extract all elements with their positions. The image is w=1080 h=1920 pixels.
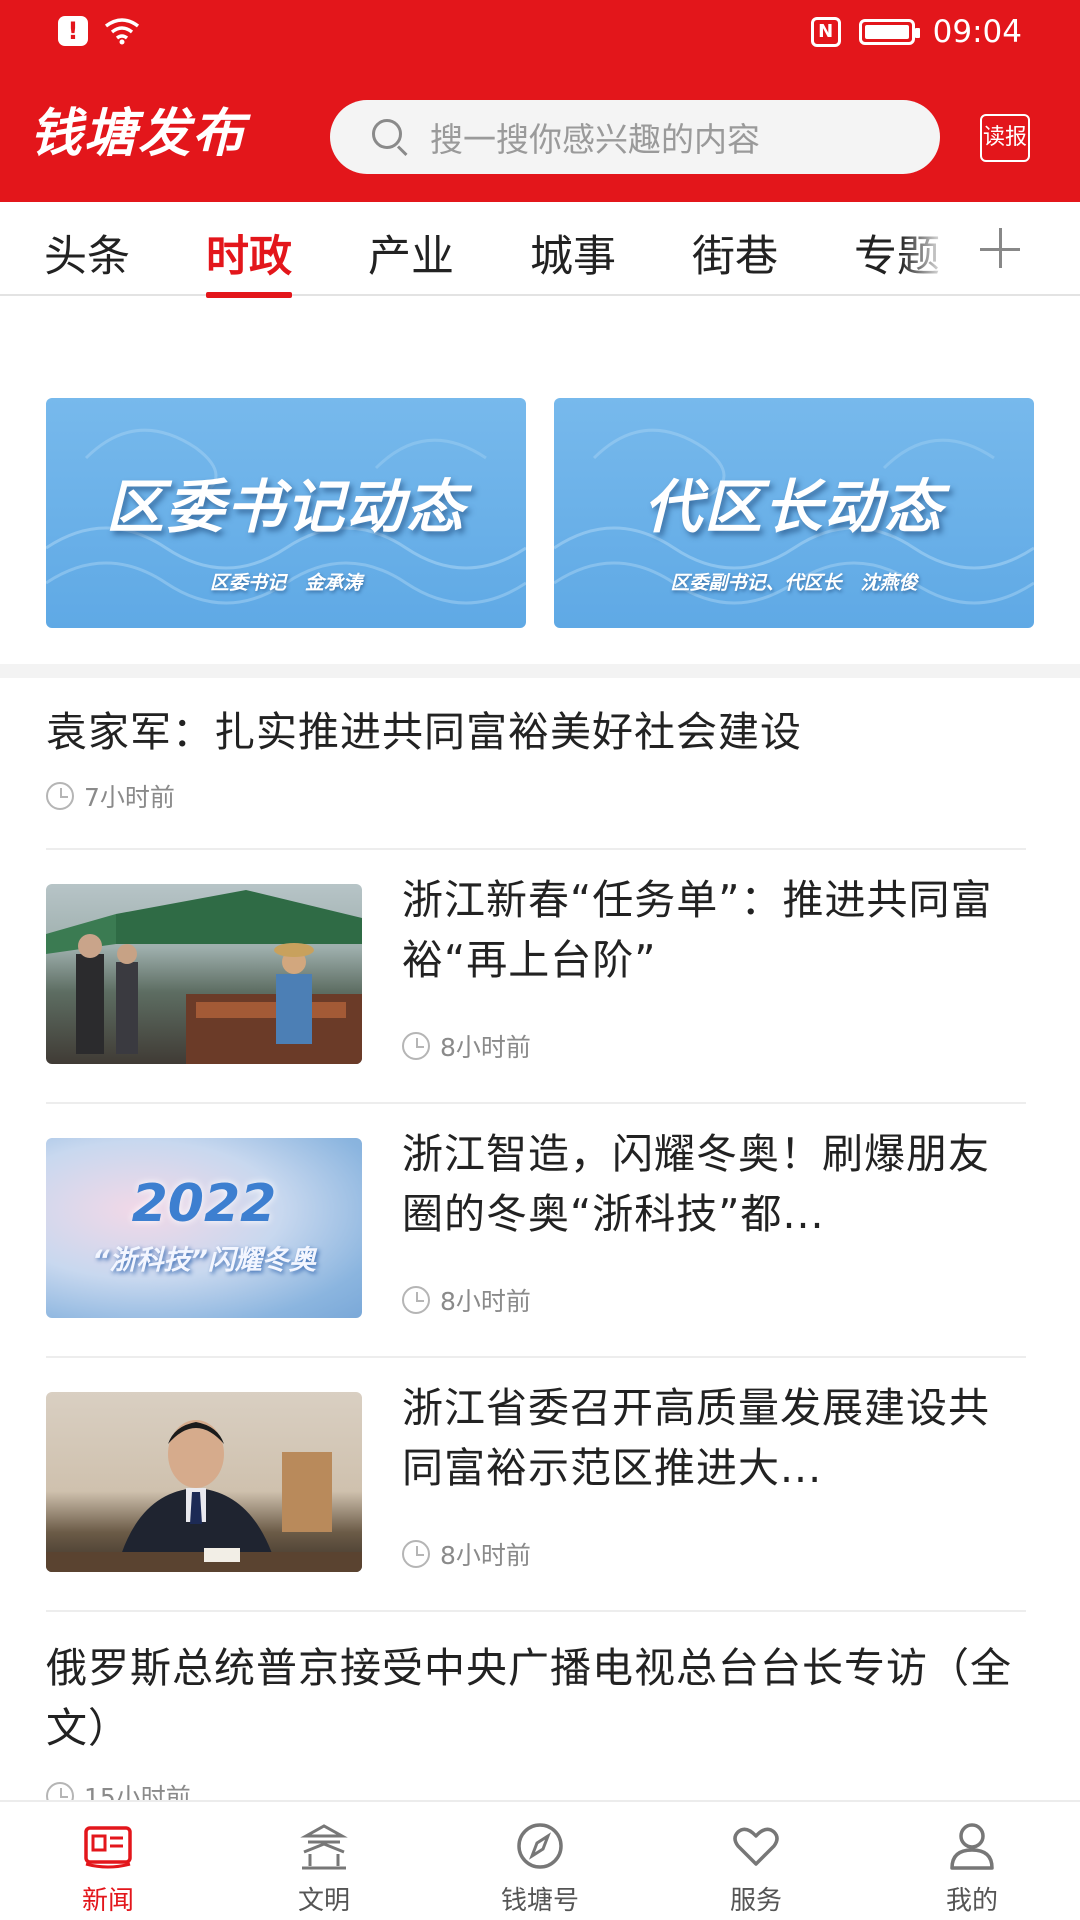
banner-title: 区委书记动态: [105, 473, 466, 541]
app-logo[interactable]: 钱塘发布: [30, 106, 260, 176]
clock-icon: [402, 1286, 430, 1314]
banner-title: 代区长动态: [643, 473, 944, 541]
heart-icon: [733, 1827, 779, 1866]
meeting-photo-thumbnail: [46, 1392, 362, 1572]
nav-label: 服务: [729, 1886, 782, 1916]
news-item[interactable]: 浙江省委召开高质量发展建设共同富裕示范区推进大... 8小时前: [46, 1358, 1026, 1608]
clock-time: 09:04: [932, 14, 1022, 50]
nav-me[interactable]: 我的: [902, 1812, 1042, 1916]
bottom-navigation: 新闻 文明 钱塘号 服务 我的: [0, 1800, 1080, 1920]
news-item[interactable]: 2022 “浙科技”闪耀冬奥 浙江智造，闪耀冬奥！刷爆朋友圈的冬奥“浙科技”都.…: [46, 1104, 1026, 1354]
nav-label: 钱塘号: [500, 1886, 579, 1916]
thumb-year-text: 2022: [131, 1174, 277, 1234]
tab-headlines[interactable]: 头条: [44, 222, 130, 296]
news-time: 7小时前: [84, 783, 175, 812]
person-icon: [950, 1823, 994, 1870]
battery-icon: [858, 19, 920, 45]
top-bar: 钱塘发布 搜一搜你感兴趣的内容 读报: [0, 70, 1080, 202]
alert-icon: !: [58, 16, 88, 46]
nav-label: 我的: [945, 1886, 998, 1916]
tab-streets[interactable]: 街巷: [692, 222, 778, 296]
tab-politics-label: 时政: [206, 232, 292, 282]
winter-olympics-thumbnail: 2022 “浙科技”闪耀冬奥: [46, 1138, 362, 1318]
logo-text: 钱塘发布: [30, 103, 247, 164]
banner-secretary[interactable]: 区委书记动态 区委书记 金承涛: [46, 398, 526, 628]
news-title: 浙江新春“任务单”：推进共同富裕“再上台阶”: [402, 876, 993, 984]
tab-city[interactable]: 城事: [530, 222, 616, 296]
market-photo-thumbnail: [46, 884, 362, 1064]
tab-politics[interactable]: 时政: [206, 222, 292, 298]
pavilion-icon: [300, 1824, 348, 1870]
clock-icon: [402, 1540, 430, 1568]
speaker-scene-icon: [46, 1420, 362, 1572]
clock-icon: [46, 782, 74, 810]
leader-banners: 区委书记动态 区委书记 金承涛 代区长动态 区委副书记、代区长 沈燕俊: [0, 296, 1080, 670]
section-divider: [0, 664, 1080, 678]
search-bar[interactable]: 搜一搜你感兴趣的内容: [330, 100, 940, 174]
news-time: 8小时前: [440, 1287, 531, 1316]
nav-label: 新闻: [81, 1886, 134, 1916]
search-placeholder: 搜一搜你感兴趣的内容: [430, 120, 760, 159]
tab-industry[interactable]: 产业: [368, 222, 454, 296]
wifi-icon: [104, 18, 140, 45]
nav-services[interactable]: 服务: [686, 1812, 826, 1916]
news-time: 8小时前: [440, 1033, 531, 1062]
banner-subtitle: 区委副书记、代区长 沈燕俊: [670, 572, 918, 594]
channel-tabs: 头条 时政 产业 城事 街巷 专题: [0, 202, 1080, 298]
nav-label: 文明: [297, 1886, 350, 1916]
news-title: 浙江智造，闪耀冬奥！刷爆朋友圈的冬奥“浙科技”都...: [402, 1130, 990, 1238]
nfc-icon: N: [810, 17, 841, 47]
status-bar: ! N 09:04: [0, 0, 1080, 70]
search-icon: [372, 119, 408, 157]
clock-icon: [402, 1032, 430, 1060]
app-header: ! N 09:04 钱塘发布 搜一搜你感兴趣的内容 读报: [0, 0, 1080, 202]
news-time: 8小时前: [440, 1541, 531, 1570]
nav-civilization[interactable]: 文明: [254, 1812, 394, 1916]
add-channel-icon[interactable]: [970, 222, 1030, 278]
news-item-text[interactable]: 俄罗斯总统普京接受中央广播电视总台台长专访（全文） 15小时前: [46, 1638, 1026, 1814]
news-item-text[interactable]: 袁家军：扎实推进共同富裕美好社会建设 7小时前: [46, 702, 1026, 814]
news-title: 浙江省委召开高质量发展建设共同富裕示范区推进大...: [402, 1384, 990, 1492]
nav-news[interactable]: 新闻: [38, 1812, 178, 1916]
nav-qiantang-hao[interactable]: 钱塘号: [470, 1812, 610, 1916]
thumb-caption-text: “浙科技”闪耀冬奥: [92, 1245, 316, 1276]
news-title: 袁家军：扎实推进共同富裕美好社会建设: [46, 708, 802, 756]
news-item[interactable]: 浙江新春“任务单”：推进共同富裕“再上台阶” 8小时前: [46, 850, 1026, 1100]
news-title: 俄罗斯总统普京接受中央广播电视总台台长专访（全文）: [46, 1644, 1012, 1752]
banner-subtitle: 区委书记 金承涛: [209, 572, 362, 594]
read-paper-button[interactable]: 读报: [980, 114, 1030, 162]
market-scene-icon: [46, 890, 362, 1064]
news-icon: [84, 1826, 132, 1869]
compass-icon: [517, 1823, 563, 1869]
banner-mayor[interactable]: 代区长动态 区委副书记、代区长 沈燕俊: [554, 398, 1034, 628]
